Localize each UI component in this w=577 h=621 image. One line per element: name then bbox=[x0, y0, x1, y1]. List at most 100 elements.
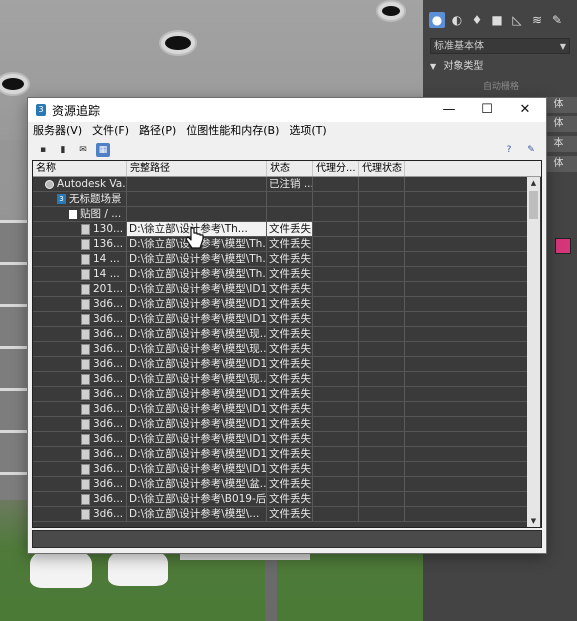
proxy-status-cell bbox=[359, 312, 405, 326]
file-row[interactable]: 3d6... D:\徐立部\设计参考\模型\ID1... 文件丢失 bbox=[33, 312, 527, 327]
object-type-rollout[interactable]: ▼ 对象类型 bbox=[430, 58, 575, 76]
grid-view-icon[interactable]: ▦ bbox=[96, 143, 110, 157]
menu-file[interactable]: 文件(F) bbox=[87, 122, 134, 140]
column-header-proxy-status[interactable]: 代理状态 bbox=[359, 161, 405, 176]
tree-row-scene[interactable]: 3 无标题场景 bbox=[33, 192, 527, 207]
object-color-swatch[interactable] bbox=[555, 238, 571, 254]
proxy-cell bbox=[313, 312, 359, 326]
info-icon[interactable]: ✎ bbox=[524, 143, 538, 157]
toolbar: ▪ ▮ ✉ ▦ ? ✎ bbox=[28, 140, 546, 160]
proxy-status-cell bbox=[359, 372, 405, 386]
cameras-icon[interactable]: ■ bbox=[489, 12, 505, 28]
file-row[interactable]: 3d6... D:\徐立部\设计参考\模型\... 文件丢失 bbox=[33, 507, 527, 522]
file-row[interactable]: 3d6... D:\徐立部\设计参考\模型\ID1... 文件丢失 bbox=[33, 417, 527, 432]
scroll-up-icon[interactable]: ▲ bbox=[527, 177, 540, 189]
systems-icon[interactable]: ✎ bbox=[549, 12, 565, 28]
path-field[interactable] bbox=[32, 530, 542, 548]
proxy-cell bbox=[313, 417, 359, 431]
tree-row-maps[interactable]: 贴图 / ... bbox=[33, 207, 527, 222]
file-row[interactable]: 14 ... D:\徐立部\设计参考\模型\Th... 文件丢失 bbox=[33, 252, 527, 267]
menu-server[interactable]: 服务器(V) bbox=[28, 122, 87, 140]
file-row[interactable]: 3d6... D:\徐立部\设计参考\模型\现... 文件丢失 bbox=[33, 327, 527, 342]
filler-cell bbox=[405, 492, 527, 506]
file-row[interactable]: 3d6... D:\徐立部\设计参考\模型\现... 文件丢失 bbox=[33, 372, 527, 387]
file-name: 3d6... bbox=[93, 433, 124, 445]
title-bar[interactable]: 3 资源追踪 — ☐ ✕ bbox=[28, 98, 546, 122]
path-cell: D:\徐立部\设计参考\模型\ID1... bbox=[129, 357, 267, 371]
help-icon[interactable]: ? bbox=[502, 143, 516, 157]
close-button[interactable]: ✕ bbox=[506, 98, 544, 122]
file-row[interactable]: 3d6... D:\徐立部\设计参考\模型\ID1... 文件丢失 bbox=[33, 297, 527, 312]
status-cell: 文件丢失 bbox=[269, 267, 313, 281]
proxy-status-cell bbox=[359, 177, 405, 191]
geometry-icon[interactable]: ● bbox=[429, 12, 445, 28]
scroll-down-icon[interactable]: ▼ bbox=[527, 515, 540, 527]
filler-cell bbox=[405, 267, 527, 281]
name-cell: Autodesk Va... bbox=[33, 177, 127, 191]
minimize-button[interactable]: — bbox=[430, 98, 468, 122]
file-name: 3d6... bbox=[93, 358, 124, 370]
lights-icon[interactable]: ♦ bbox=[469, 12, 485, 28]
filler-cell bbox=[405, 312, 527, 326]
image-file-icon bbox=[81, 313, 90, 325]
file-row[interactable]: 3d6... D:\徐立部\设计参考\模型\ID1... 文件丢失 bbox=[33, 402, 527, 417]
path-cell: D:\徐立部\设计参考\模型\现... bbox=[129, 342, 267, 356]
filler-cell bbox=[405, 207, 527, 221]
folder-icon bbox=[69, 209, 77, 219]
spacewarps-icon[interactable]: ≋ bbox=[529, 12, 545, 28]
file-icon[interactable]: ▮ bbox=[56, 143, 70, 157]
status-cell bbox=[267, 192, 313, 206]
file-row[interactable]: 3d6... D:\徐立部\设计参考\模型\ID1... 文件丢失 bbox=[33, 462, 527, 477]
file-row[interactable]: 130... D:\徐立部\设计参考\Th... 文件丢失 bbox=[33, 222, 527, 237]
file-row[interactable]: 3d6... D:\徐立部\设计参考\模型\盆... 文件丢失 bbox=[33, 477, 527, 492]
vertical-scrollbar[interactable]: ▲ ▼ bbox=[527, 177, 540, 527]
chair bbox=[30, 548, 92, 588]
primitive-type-dropdown[interactable]: 标准基本体 ▼ bbox=[430, 38, 570, 54]
column-header-proxy-resolution[interactable]: 代理分... bbox=[313, 161, 359, 176]
proxy-status-cell bbox=[359, 192, 405, 206]
menu-paths[interactable]: 路径(P) bbox=[134, 122, 181, 140]
menu-bitmap-performance[interactable]: 位图性能和内存(B) bbox=[181, 122, 284, 140]
scroll-thumb[interactable] bbox=[529, 191, 538, 219]
status-cell: 文件丢失 bbox=[269, 282, 313, 296]
filler-cell bbox=[405, 477, 527, 491]
filler-cell bbox=[405, 402, 527, 416]
file-row[interactable]: 201... D:\徐立部\设计参考\模型\ID1... 文件丢失 bbox=[33, 282, 527, 297]
image-file-icon bbox=[81, 418, 90, 430]
collapse-icon: ▼ bbox=[430, 62, 437, 71]
tree-row-vault[interactable]: Autodesk Va... 已注销 ... bbox=[33, 177, 527, 192]
status-cell: 文件丢失 bbox=[269, 327, 313, 341]
asset-grid[interactable]: 名称 完整路径 状态 代理分... 代理状态 Autodesk Va... 已注… bbox=[32, 160, 542, 528]
file-row[interactable]: 14 ... D:\徐立部\设计参考\模型\Th... 文件丢失 bbox=[33, 267, 527, 282]
mail-icon[interactable]: ✉ bbox=[76, 143, 90, 157]
path-cell: D:\徐立部\设计参考\模型\现... bbox=[129, 372, 267, 386]
rollout-title: 对象类型 bbox=[443, 61, 484, 72]
file-row[interactable]: 3d6... D:\徐立部\设计参考\B019-后... 文件丢失 bbox=[33, 492, 527, 507]
file-row[interactable]: 3d6... D:\徐立部\设计参考\模型\ID1... 文件丢失 bbox=[33, 387, 527, 402]
menu-options[interactable]: 选项(T) bbox=[284, 122, 331, 140]
column-header-full-path[interactable]: 完整路径 bbox=[127, 161, 267, 176]
shapes-icon[interactable]: ◐ bbox=[449, 12, 465, 28]
filler-cell bbox=[405, 192, 527, 206]
column-header-status[interactable]: 状态 bbox=[267, 161, 313, 176]
column-header-name[interactable]: 名称 bbox=[33, 161, 127, 176]
node-label: Autodesk Va... bbox=[57, 178, 127, 190]
proxy-status-cell bbox=[359, 477, 405, 491]
menu-bar: 服务器(V) 文件(F) 路径(P) 位图性能和内存(B) 选项(T) bbox=[28, 122, 546, 140]
file-row[interactable]: 3d6... D:\徐立部\设计参考\模型\现... 文件丢失 bbox=[33, 342, 527, 357]
file-row[interactable]: 3d6... D:\徐立部\设计参考\模型\ID1... 文件丢失 bbox=[33, 432, 527, 447]
path-cell: D:\徐立部\设计参考\模型\... bbox=[127, 507, 267, 521]
name-cell: 3d6... bbox=[33, 387, 127, 401]
node-label: 贴图 / ... bbox=[80, 208, 122, 220]
image-file-icon bbox=[81, 223, 90, 235]
maximize-button[interactable]: ☐ bbox=[468, 98, 506, 122]
save-icon[interactable]: ▪ bbox=[36, 143, 50, 157]
file-name: 3d6... bbox=[93, 298, 124, 310]
autogrid-checkbox-label[interactable]: 自动栅格 bbox=[483, 79, 519, 92]
proxy-cell bbox=[313, 342, 359, 356]
file-row[interactable]: 136...D:\徐立部\设计参考\模型\Th...文件丢失 bbox=[33, 237, 527, 252]
helpers-icon[interactable]: ◺ bbox=[509, 12, 525, 28]
file-row[interactable]: 3d6... D:\徐立部\设计参考\模型\ID1... 文件丢失 bbox=[33, 447, 527, 462]
image-file-icon bbox=[81, 463, 90, 475]
file-row[interactable]: 3d6... D:\徐立部\设计参考\模型\ID1... 文件丢失 bbox=[33, 357, 527, 372]
